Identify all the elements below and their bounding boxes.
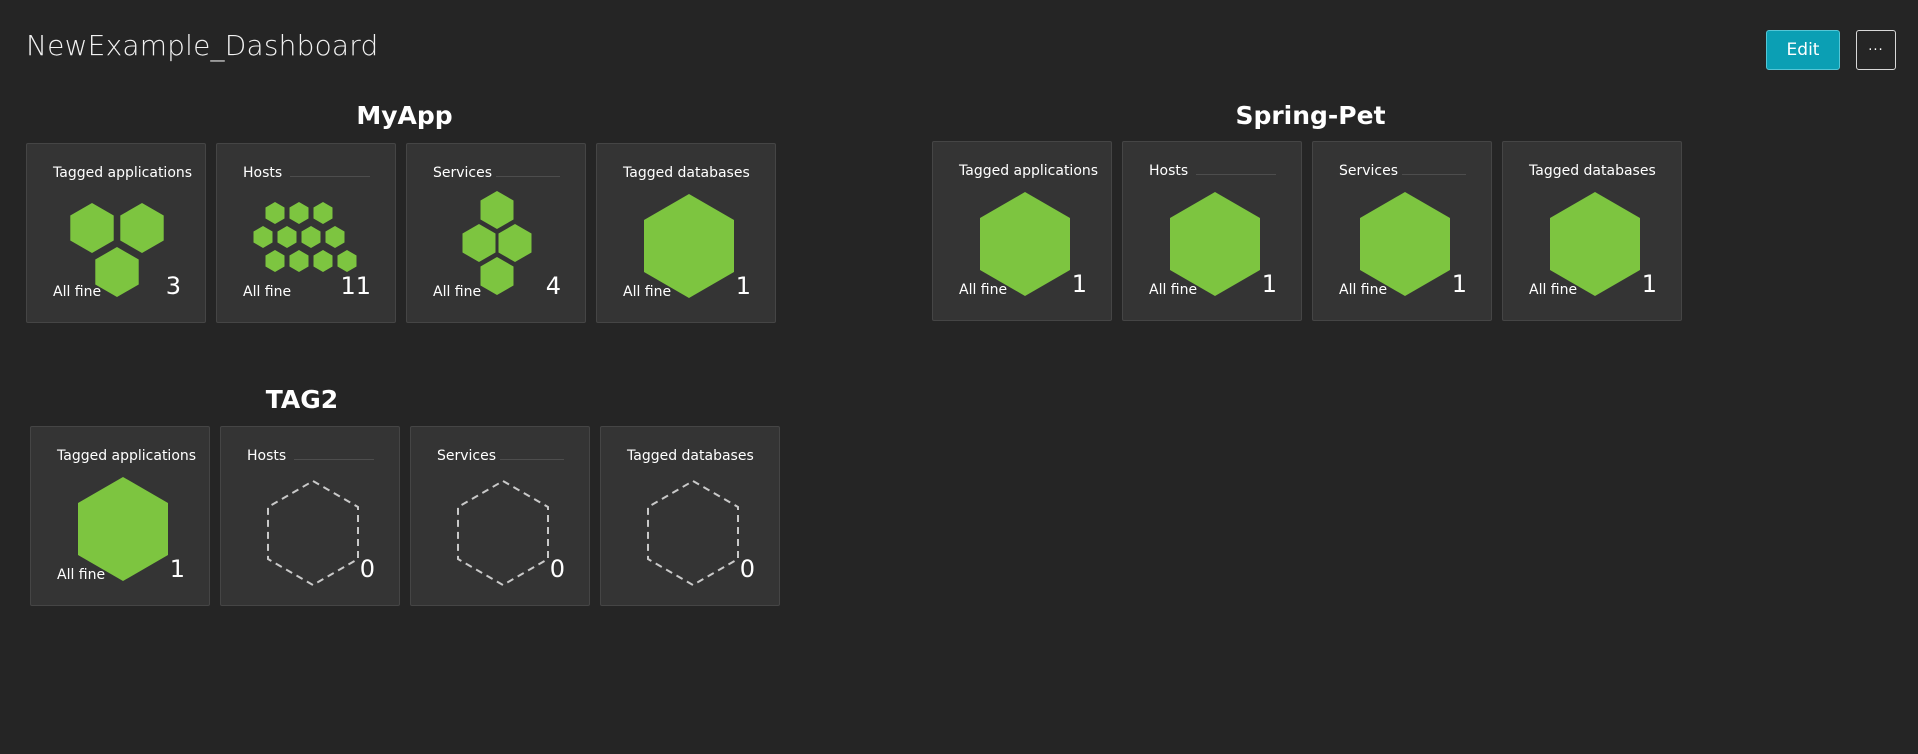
more-options-button[interactable]: ··· (1856, 30, 1896, 70)
tile-status: All fine (1529, 282, 1578, 298)
tile-services[interactable]: Services 0 (410, 426, 590, 606)
hexagon-shape (1170, 192, 1260, 296)
dashboard-title: NewExample_Dashboard (26, 29, 379, 62)
hexagon-shape (313, 202, 333, 224)
empty-hexagon-shape (267, 479, 359, 587)
tile-count: 1 (1451, 270, 1467, 298)
group-title: MyApp (356, 101, 453, 130)
tile-hosts[interactable]: Hosts All fine 11 (216, 143, 396, 323)
tile-status: All fine (1149, 282, 1198, 298)
tile-row: Tagged applications All fine 1 Hosts 0 S… (30, 426, 830, 608)
tile-status: All fine (959, 282, 1008, 298)
tile-tagged-applications[interactable]: Tagged applications All fine 1 (932, 141, 1112, 321)
hexagon-shape (289, 250, 309, 272)
tile-count: 4 (545, 272, 561, 300)
hexagon-shape (1360, 192, 1450, 296)
tile-tagged-databases[interactable]: Tagged databases 0 (600, 426, 780, 606)
tile-status: All fine (243, 284, 292, 300)
group-title: Spring-Pet (1235, 101, 1386, 130)
hexagon-shape (480, 257, 514, 295)
tile-count: 1 (1071, 270, 1087, 298)
tile-status: All fine (1339, 282, 1388, 298)
hexagon-shape (498, 224, 532, 262)
hexagon-shape (1550, 192, 1640, 296)
tile-count: 1 (735, 272, 751, 300)
tile-count: 0 (549, 555, 565, 583)
hexagon-shape (120, 203, 164, 253)
hexagon-shape (265, 250, 285, 272)
tile-count: 0 (359, 555, 375, 583)
tile-tagged-databases[interactable]: Tagged databases All fine 1 (596, 143, 776, 323)
hexagon-shape (480, 191, 514, 229)
hexagon-shape (644, 194, 734, 298)
tile-row: Tagged applications All fine 1 Hosts All… (932, 141, 1732, 323)
tile-status: All fine (57, 567, 106, 583)
tile-row: Tagged applications All fine 3 Hosts All… (26, 143, 826, 325)
tile-count: 1 (1641, 270, 1657, 298)
tile-count: 3 (165, 272, 181, 300)
tile-tagged-applications[interactable]: Tagged applications All fine 3 (26, 143, 206, 323)
tile-status: All fine (623, 284, 672, 300)
hexagon-shape (289, 202, 309, 224)
hexagon-shape (980, 192, 1070, 296)
group-title: TAG2 (265, 385, 339, 414)
tile-status: All fine (433, 284, 482, 300)
hexagon-shape (78, 477, 168, 581)
hexagon-shape (265, 202, 285, 224)
tile-services[interactable]: Services All fine 1 (1312, 141, 1492, 321)
hexagon-shape (95, 247, 139, 297)
empty-hexagon-shape (457, 479, 549, 587)
hexagon-shape (325, 226, 345, 248)
hexagon-shape (462, 224, 496, 262)
tile-services[interactable]: Services All fine 4 (406, 143, 586, 323)
tile-count: 1 (169, 555, 185, 583)
tile-count: 11 (340, 272, 371, 300)
empty-hexagon-shape (647, 479, 739, 587)
tile-count: 0 (739, 555, 755, 583)
tile-hosts[interactable]: Hosts 0 (220, 426, 400, 606)
edit-button[interactable]: Edit (1766, 30, 1840, 70)
tile-tagged-databases[interactable]: Tagged databases All fine 1 (1502, 141, 1682, 321)
tile-status: All fine (53, 284, 102, 300)
hexagon-shape (70, 203, 114, 253)
hexagon-shape (277, 226, 297, 248)
hexagon-shape (337, 250, 357, 272)
hexagon-shape (313, 250, 333, 272)
hexagon-shape (253, 226, 273, 248)
dashboard-page: NewExample_Dashboard Edit ··· MyApp Tagg… (0, 0, 1918, 754)
tile-tagged-applications[interactable]: Tagged applications All fine 1 (30, 426, 210, 606)
hexagon-shape (301, 226, 321, 248)
tile-hosts[interactable]: Hosts All fine 1 (1122, 141, 1302, 321)
tile-count: 1 (1261, 270, 1277, 298)
